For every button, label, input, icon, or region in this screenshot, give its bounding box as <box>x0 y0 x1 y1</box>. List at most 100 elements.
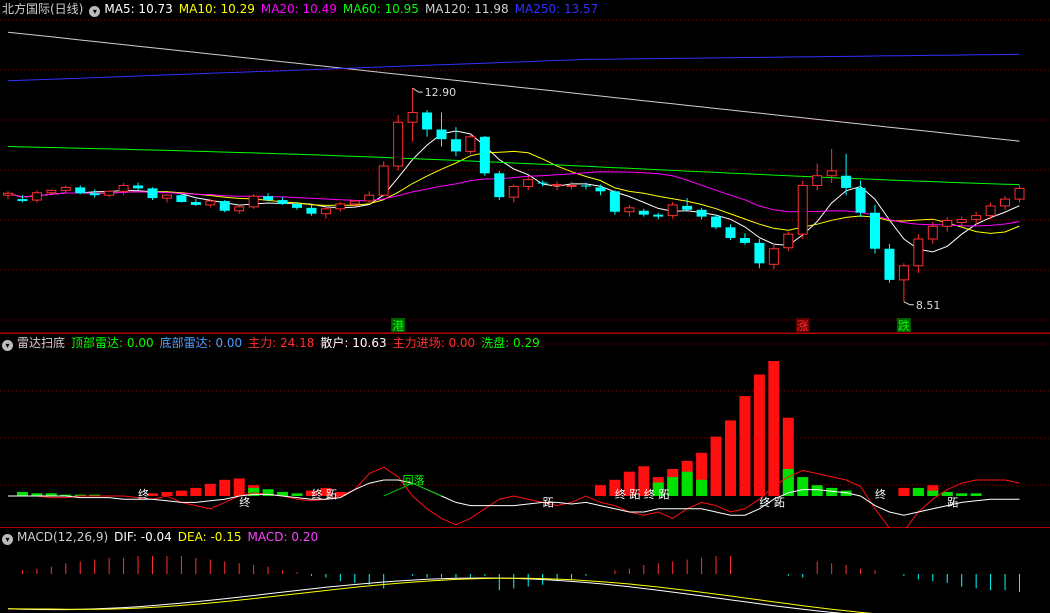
signal-tag: 港 <box>392 319 404 333</box>
candle-body <box>422 112 433 130</box>
radar-legend-1: 底部雷达: 0.00 <box>159 336 243 350</box>
zhuli-line <box>8 466 1020 528</box>
zhuli-bar <box>161 491 173 496</box>
candle-body <box>378 165 389 196</box>
candle-body <box>17 199 28 202</box>
candle-body <box>190 202 201 205</box>
candle-body <box>566 184 577 187</box>
radar-legend-3: 散户: 10.63 <box>320 336 387 350</box>
washout-bar <box>797 477 809 496</box>
candle-body <box>75 187 86 194</box>
signal-annotation: 终 跖 <box>311 487 337 501</box>
signal-annotation: 跖 <box>947 496 958 509</box>
zhuli-bar <box>233 478 245 496</box>
ma-legend-0: MA5: 10.73 <box>104 2 173 16</box>
radar-chart[interactable]: 回落终终终 跖跖终 跖 终 跖终 跖终跖 <box>0 334 1050 528</box>
candle-body <box>508 185 519 198</box>
ma250-line <box>7 53 1020 82</box>
low-marker <box>903 301 914 306</box>
signal-annotation: 跖 <box>543 496 554 509</box>
candle-body <box>248 195 259 208</box>
macd-legend-0: DIF: -0.04 <box>114 530 172 544</box>
signal-annotation: 终 <box>138 487 149 501</box>
candle-body <box>1000 198 1011 207</box>
high-marker <box>412 87 423 93</box>
candle-body <box>812 175 823 186</box>
candle-body <box>133 185 144 189</box>
ma-legend-4: MA120: 11.98 <box>424 2 509 16</box>
candle-body <box>581 185 591 187</box>
radar-legend: ▾ 雷达扫底 顶部雷达: 0.00 底部雷达: 0.00 主力: 24.18 散户: 10… <box>2 335 552 351</box>
candle-body <box>450 139 461 152</box>
washout-bar <box>291 493 303 496</box>
candle-body <box>393 121 404 167</box>
zhuli-bar <box>768 361 780 496</box>
signal-tag: 涨 <box>797 318 809 333</box>
candle-body <box>638 210 649 215</box>
candle-body <box>711 216 722 228</box>
signal-annotation: 终 <box>875 487 886 501</box>
candle-body <box>465 136 476 152</box>
candle-body <box>292 203 302 208</box>
washout-bar <box>696 479 708 496</box>
candle-body <box>552 183 563 186</box>
candle-body <box>609 191 620 212</box>
low-label: 8.51 <box>916 299 941 312</box>
ma-legend-5: MA250: 13.57 <box>514 2 599 16</box>
candle-body <box>971 215 982 221</box>
signal-tag: 跌 <box>898 318 910 333</box>
candle-body <box>754 242 765 264</box>
settings-icon[interactable]: ▾ <box>2 340 13 351</box>
candle-body <box>176 195 187 203</box>
candle-body <box>277 200 288 204</box>
radar-legend-5: 洗盘: 0.29 <box>481 336 540 350</box>
zhuli-bar <box>594 485 606 496</box>
radar-title: 雷达扫底 <box>17 336 66 350</box>
washout-bar <box>927 490 939 496</box>
settings-icon[interactable]: ▾ <box>2 534 13 545</box>
zhuli-bar <box>898 487 910 496</box>
candle-body <box>234 206 245 212</box>
candle-body <box>884 248 895 280</box>
candle-body <box>320 208 331 215</box>
candle-body <box>725 227 736 239</box>
washout-bar <box>16 491 28 496</box>
zhuli-bar <box>204 483 216 496</box>
zhuli-bar <box>753 374 765 496</box>
candle-body <box>89 193 100 196</box>
radar-indicator-panel[interactable]: 回落终终终 跖跖终 跖 终 跖终 跖终跖 ▾ 雷达扫底 顶部雷达: 0.00 底部雷达… <box>0 334 1050 528</box>
candle-body <box>956 219 967 223</box>
candle-body <box>898 265 909 281</box>
candle-body <box>797 184 808 235</box>
candle-body <box>927 225 938 240</box>
settings-icon[interactable]: ▾ <box>89 6 101 17</box>
candle-body <box>60 186 71 191</box>
candle-body <box>479 136 490 174</box>
candle-body <box>537 182 548 184</box>
high-label: 12.90 <box>425 86 457 99</box>
radar-legend-2: 主力: 24.18 <box>248 336 315 350</box>
candle-body <box>335 203 346 210</box>
candle-body <box>913 238 924 267</box>
ma-legend-3: MA60: 10.95 <box>342 2 419 16</box>
candle-body <box>696 209 707 217</box>
ma120-line <box>7 31 1020 142</box>
candle-body <box>407 111 418 123</box>
candle-body <box>985 205 996 217</box>
zhuli-bar <box>190 487 202 496</box>
main-price-panel[interactable]: 12.90 8.51 港 涨 跌 北方国际(日线) ▾ MA5: 10.73 MA10: 10… <box>0 0 1050 334</box>
signal-annotation: 终 <box>239 495 250 509</box>
candlestick-chart[interactable]: 12.90 8.51 港 涨 跌 <box>0 0 1050 334</box>
zhuli-bar <box>710 436 722 496</box>
main-legend: 北方国际(日线) ▾ MA5: 10.73 MA10: 10.29 MA20: 10.4… <box>2 1 610 17</box>
macd-title: MACD(12,26,9) <box>17 530 109 544</box>
zhuli-bar <box>219 479 231 496</box>
candle-body <box>494 173 505 198</box>
candle-body <box>161 194 172 199</box>
zhuli-bar <box>725 420 736 496</box>
macd-panel[interactable]: ▾ MACD(12,26,9) DIF: -0.04 DEA: -0.15 MACD: … <box>0 528 1050 613</box>
ma-legend-1: MA10: 10.29 <box>178 2 255 16</box>
candle-body <box>739 238 750 243</box>
candle-body <box>682 205 693 210</box>
macd-legend: ▾ MACD(12,26,9) DIF: -0.04 DEA: -0.15 MACD: … <box>2 529 330 545</box>
